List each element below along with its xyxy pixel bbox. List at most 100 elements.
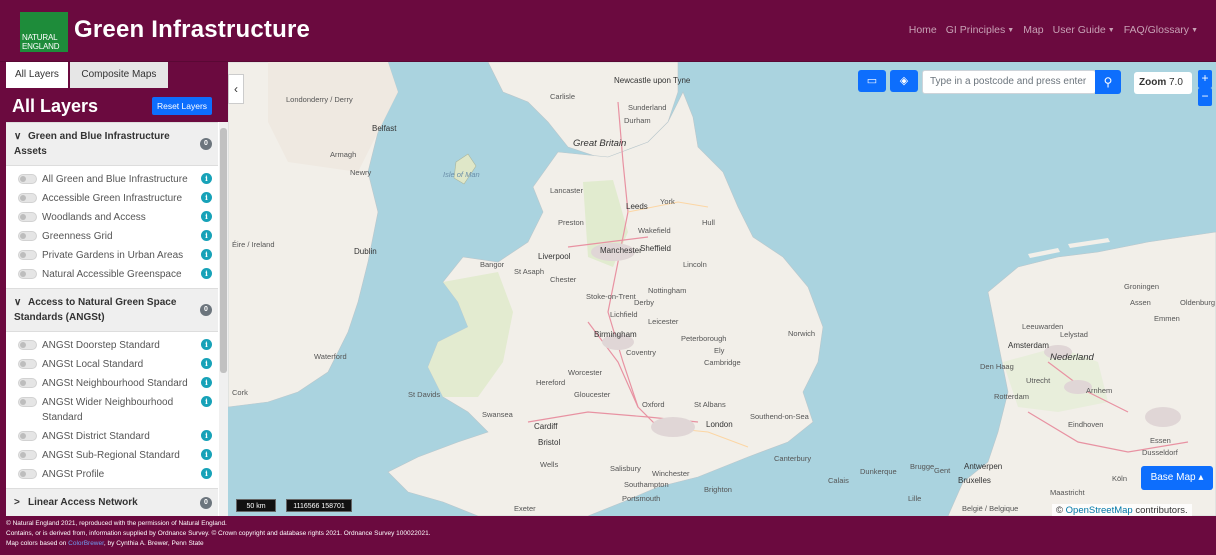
map-label: Portsmouth (622, 494, 661, 503)
layer-toggle[interactable] (18, 231, 37, 241)
nav-home[interactable]: Home (909, 24, 937, 36)
map-canvas[interactable]: Great Britain Isle of Man Éire / Ireland… (228, 62, 1216, 516)
layer-toggle[interactable] (18, 450, 37, 460)
map-label: Oldenburg (1180, 298, 1216, 307)
zoom-in-button[interactable]: + (1198, 70, 1212, 88)
map-label: Lancaster (550, 186, 583, 195)
postcode-search-input[interactable]: Type in a postcode and press enter (922, 70, 1096, 94)
map-label: Groningen (1124, 282, 1160, 291)
layer-toggle[interactable] (18, 193, 37, 203)
map-label: Wakefield (638, 226, 671, 235)
info-icon[interactable]: i (201, 211, 212, 222)
section-header-linear-access[interactable]: > Linear Access Network 0 (6, 488, 218, 516)
caret-down-icon: ▼ (1191, 27, 1198, 34)
layer-toggle[interactable] (18, 431, 37, 441)
map-label: Salisbury (610, 464, 641, 473)
info-icon[interactable]: i (201, 468, 212, 479)
coordinate-readout: 1116566 158701 (286, 499, 352, 512)
panel-title: All Layers (12, 96, 99, 116)
nav-user-guide[interactable]: User Guide ▼ (1053, 24, 1115, 36)
map-label: London (706, 420, 733, 429)
caret-down-icon: ▼ (1107, 27, 1115, 34)
nav-map[interactable]: Map (1023, 24, 1043, 36)
map-label: Canterbury (774, 454, 812, 463)
map-label: Wells (540, 460, 559, 469)
info-icon[interactable]: i (201, 377, 212, 388)
map-label: Antwerpen (964, 462, 1003, 471)
scrollbar-thumb[interactable] (220, 128, 227, 373)
info-icon[interactable]: i (201, 339, 212, 350)
map-label: Belfast (372, 124, 397, 133)
map-label: York (660, 197, 675, 206)
collapse-sidebar-button[interactable]: ‹ (228, 74, 244, 104)
zoom-out-button[interactable]: − (1198, 88, 1212, 106)
info-icon[interactable]: i (201, 192, 212, 203)
map-label: Emmen (1154, 314, 1180, 323)
layer-toggle[interactable] (18, 212, 37, 222)
tab-all-layers[interactable]: All Layers (6, 62, 68, 88)
map-label: Ely (714, 346, 725, 355)
map-label: Chester (550, 275, 577, 284)
map-label: Norwich (788, 329, 816, 338)
locate-button[interactable]: ◈ (890, 70, 918, 92)
osm-link[interactable]: OpenStreetMap (1066, 505, 1133, 516)
info-icon[interactable]: i (201, 430, 212, 441)
info-icon[interactable]: i (201, 268, 212, 279)
map-label: Stoke-on-Trent (586, 292, 636, 301)
map-label: Bangor (480, 260, 505, 269)
info-icon[interactable]: i (201, 230, 212, 241)
colorbrewer-link[interactable]: ColorBrewer (68, 540, 104, 547)
layers-scroll-area[interactable]: ∨ Green and Blue Infrastructure Assets 0 … (6, 122, 218, 516)
layer-count-badge: 0 (200, 304, 212, 316)
layer-toggle[interactable] (18, 174, 37, 184)
layer-item: ANGSt Wider Neighbourhood Standard i (6, 393, 218, 427)
layer-toggle[interactable] (18, 469, 37, 479)
info-icon[interactable]: i (201, 358, 212, 369)
section-header-gbi-assets[interactable]: ∨ Green and Blue Infrastructure Assets 0 (6, 122, 218, 166)
natural-england-logo[interactable]: NATURAL ENGLAND (20, 12, 68, 52)
map-label: Derby (634, 298, 655, 307)
layer-item: ANGSt District Standard i (6, 427, 218, 446)
map-label: Armagh (330, 150, 357, 159)
map-label: Lichfield (610, 310, 638, 319)
measure-tool-button[interactable]: ▭ (858, 70, 886, 92)
map-label: Newcastle upon Tyne (614, 76, 691, 85)
info-icon[interactable]: i (201, 173, 212, 184)
map-label: Liverpool (538, 252, 571, 261)
map-label: Dusseldorf (1142, 448, 1178, 457)
reset-layers-button[interactable]: Reset Layers (152, 97, 212, 115)
map-label: Essen (1150, 436, 1171, 445)
map-label: Londonderry / Derry (286, 95, 353, 104)
map-label: Utrecht (1026, 376, 1051, 385)
layer-toggle[interactable] (18, 397, 37, 407)
map-label: Carlisle (550, 92, 576, 101)
map-label: Oxford (642, 400, 665, 409)
map-label: Rotterdam (994, 392, 1030, 401)
sidebar-scrollbar[interactable] (219, 122, 228, 516)
layer-toggle[interactable] (18, 269, 37, 279)
info-icon[interactable]: i (201, 249, 212, 260)
section-header-angst[interactable]: ∨ Access to Natural Green Space Standards… (6, 288, 218, 332)
layer-toggle[interactable] (18, 250, 37, 260)
map-label: Sunderland (628, 103, 667, 112)
map-label: Peterborough (681, 334, 727, 343)
map-label: Exeter (514, 504, 536, 513)
info-icon[interactable]: i (201, 396, 212, 407)
tab-composite-maps[interactable]: Composite Maps (69, 62, 168, 88)
map-label: Cardiff (534, 422, 558, 431)
map-label: Gent (934, 466, 951, 475)
map-label: België / Belgique (962, 504, 1019, 513)
nav-faq-glossary[interactable]: FAQ/Glossary ▼ (1124, 24, 1198, 36)
layer-toggle[interactable] (18, 340, 37, 350)
info-icon[interactable]: i (201, 449, 212, 460)
layer-toggle[interactable] (18, 359, 37, 369)
base-map-button[interactable]: Base Map ▴ (1141, 466, 1213, 490)
layer-toggle[interactable] (18, 378, 37, 388)
nav-gi-principles[interactable]: GI Principles ▼ (946, 24, 1014, 36)
layer-item: Accessible Green Infrastructure i (6, 189, 218, 208)
footer-colorbrewer: Map colors based on ColorBrewer, by Cynt… (6, 540, 204, 547)
map-label: Eindhoven (1068, 420, 1104, 429)
map-label: Brighton (704, 485, 732, 494)
search-icon[interactable]: ⚲ (1095, 70, 1121, 94)
map-label: Lille (908, 494, 922, 503)
